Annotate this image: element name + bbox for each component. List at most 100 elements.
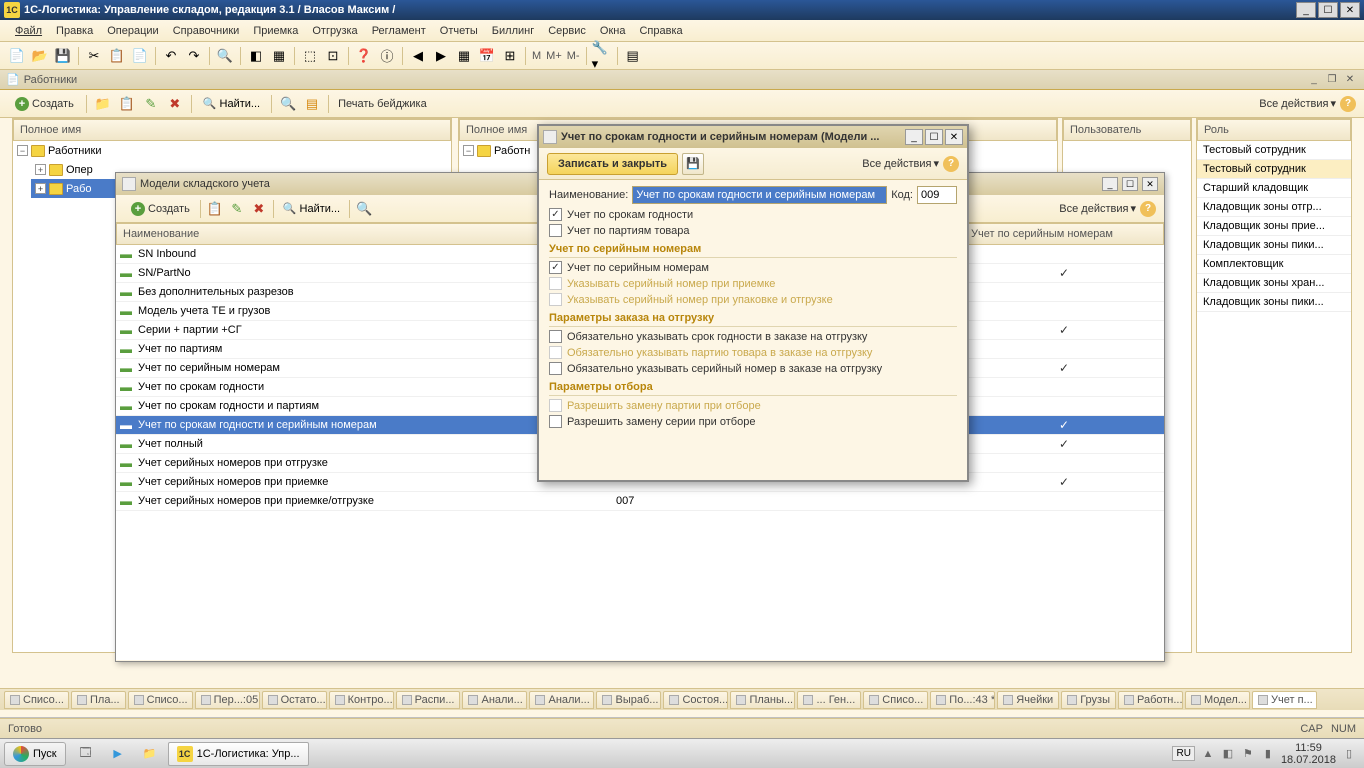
window-tab[interactable]: Анали... — [462, 691, 527, 709]
window-tab[interactable]: Списо... — [4, 691, 69, 709]
dialog-close-icon[interactable]: ✕ — [945, 129, 963, 145]
role-row[interactable]: Кладовщик зоны прие... — [1197, 217, 1351, 236]
chk-pick-serial[interactable] — [549, 415, 562, 428]
menu-receiving[interactable]: Приемка — [246, 23, 305, 39]
find-icon[interactable]: 🔍 — [214, 45, 236, 67]
save-close-button[interactable]: Записать и закрыть — [547, 153, 678, 175]
menu-shipping[interactable]: Отгрузка — [305, 23, 364, 39]
workers-restore-icon[interactable]: ❐ — [1324, 73, 1340, 87]
tray-network-icon[interactable]: ▮ — [1261, 747, 1275, 761]
dialog-minimize-icon[interactable]: _ — [905, 129, 923, 145]
role-header[interactable]: Роль — [1197, 119, 1351, 141]
clear-filter-icon[interactable]: 🔍 — [277, 93, 299, 115]
window-tab[interactable]: Работн... — [1118, 691, 1183, 709]
dialog-help-icon[interactable]: ? — [943, 156, 959, 172]
copy-item-icon[interactable]: 📋 — [116, 93, 138, 115]
window-tab[interactable]: Состоя... — [663, 691, 728, 709]
new-doc-icon[interactable]: 📄 — [6, 45, 28, 67]
chk-order-serial[interactable] — [549, 362, 562, 375]
chk-batch[interactable] — [549, 224, 562, 237]
lang-indicator[interactable]: RU — [1172, 746, 1194, 761]
col-name-header[interactable]: Наименование — [116, 223, 610, 245]
memory-mminus[interactable]: M- — [565, 50, 582, 62]
expand-icon[interactable]: + — [35, 183, 46, 194]
collapse-icon[interactable]: − — [463, 145, 474, 156]
chk-serial[interactable]: ✓ — [549, 261, 562, 274]
clock[interactable]: 11:59 18.07.2018 — [1281, 742, 1336, 766]
wrench-icon[interactable]: 🔧▾ — [591, 45, 613, 67]
models-minimize-icon[interactable]: _ — [1102, 177, 1118, 191]
save-icon[interactable]: 💾 — [52, 45, 74, 67]
role-row[interactable]: Старший кладовщик — [1197, 179, 1351, 198]
role-row[interactable]: Кладовщик зоны отгр... — [1197, 198, 1351, 217]
list-icon[interactable]: ▤ — [301, 93, 323, 115]
name-input[interactable] — [632, 186, 887, 204]
role-row[interactable]: Комплектовщик — [1197, 255, 1351, 274]
models-edit-icon[interactable]: ✎ — [226, 198, 248, 220]
maximize-button[interactable]: ☐ — [1318, 2, 1338, 18]
menu-service[interactable]: Сервис — [541, 23, 593, 39]
window-tab[interactable]: Пер...:05 — [195, 691, 260, 709]
models-find-button[interactable]: 🔍 Найти... — [277, 200, 346, 217]
models-close-icon[interactable]: ✕ — [1142, 177, 1158, 191]
calendar-icon[interactable]: 📅 — [476, 45, 498, 67]
tree-root[interactable]: − Работники — [13, 141, 451, 160]
left-tree-header[interactable]: Полное имя — [13, 119, 451, 141]
help-icon[interactable]: ❓ — [353, 45, 375, 67]
models-delete-icon[interactable]: ✖ — [248, 198, 270, 220]
models-create-button[interactable]: + Создать — [124, 199, 197, 219]
tray-flag-icon[interactable]: ⚑ — [1241, 747, 1255, 761]
show-desktop[interactable]: ▯ — [1342, 747, 1356, 761]
workers-close-icon[interactable]: ✕ — [1342, 73, 1358, 87]
role-row[interactable]: Тестовый сотрудник — [1197, 141, 1351, 160]
role-row[interactable]: Тестовый сотрудник — [1197, 160, 1351, 179]
window-tab[interactable]: Грузы — [1061, 691, 1116, 709]
window-tab[interactable]: Модел... — [1185, 691, 1250, 709]
taskbar-pin-2[interactable]: ▶ — [103, 741, 133, 767]
tool-icon-2[interactable]: ▦ — [268, 45, 290, 67]
models-all-actions[interactable]: Все действия ▾ — [1059, 202, 1136, 215]
models-maximize-icon[interactable]: ☐ — [1122, 177, 1138, 191]
chk-order-expiry[interactable] — [549, 330, 562, 343]
memory-m[interactable]: M — [530, 50, 543, 62]
window-tab[interactable]: Пла... — [71, 691, 126, 709]
window-tab[interactable]: Остато... — [262, 691, 327, 709]
cut-icon[interactable]: ✂ — [83, 45, 105, 67]
window-tab[interactable]: Списо... — [863, 691, 928, 709]
dialog-all-actions[interactable]: Все действия ▾ — [862, 157, 939, 170]
start-button[interactable]: Пуск — [4, 742, 66, 766]
workers-help-icon[interactable]: ? — [1340, 96, 1356, 112]
close-button[interactable]: ✕ — [1340, 2, 1360, 18]
col-serial-header[interactable]: Учет по серийным номерам — [964, 223, 1164, 245]
role-row[interactable]: Кладовщик зоны хран... — [1197, 274, 1351, 293]
delete-icon[interactable]: ✖ — [164, 93, 186, 115]
save-disk-button[interactable]: 💾 — [682, 153, 704, 175]
models-clear-filter-icon[interactable]: 🔍 — [353, 198, 375, 220]
user-header[interactable]: Пользователь — [1063, 119, 1191, 141]
taskbar-app-1c[interactable]: 1C 1С-Логистика: Упр... — [168, 742, 309, 766]
menu-edit[interactable]: Правка — [49, 23, 100, 39]
open-icon[interactable]: 📂 — [29, 45, 51, 67]
edit-icon[interactable]: ✎ — [140, 93, 162, 115]
tool-icon-3[interactable]: ⬚ — [299, 45, 321, 67]
role-row[interactable]: Кладовщик зоны пики... — [1197, 236, 1351, 255]
taskbar-pin-3[interactable]: 📁 — [135, 741, 165, 767]
chk-expiry[interactable]: ✓ — [549, 208, 562, 221]
tool-icon-5[interactable]: ⊞ — [499, 45, 521, 67]
copy-icon[interactable]: 📋 — [106, 45, 128, 67]
menu-file[interactable]: Файл — [8, 23, 49, 39]
print-badge-button[interactable]: Печать бейджика — [334, 96, 431, 112]
menu-reglament[interactable]: Регламент — [365, 23, 433, 39]
dialog-header[interactable]: Учет по срокам годности и серийным номер… — [539, 126, 967, 148]
code-input[interactable] — [917, 186, 957, 204]
taskbar-pin-1[interactable]: 🗔 — [71, 741, 101, 767]
undo-icon[interactable]: ↶ — [160, 45, 182, 67]
window-tab[interactable]: ... Ген... — [797, 691, 861, 709]
dialog-maximize-icon[interactable]: ☐ — [925, 129, 943, 145]
role-row[interactable]: Кладовщик зоны пики... — [1197, 293, 1351, 312]
calc-icon[interactable]: ▦ — [453, 45, 475, 67]
window-tab[interactable]: Выраб... — [596, 691, 661, 709]
menu-reports[interactable]: Отчеты — [433, 23, 485, 39]
folder-add-icon[interactable]: 📁 — [92, 93, 114, 115]
workers-find-button[interactable]: 🔍 Найти... — [197, 95, 266, 112]
